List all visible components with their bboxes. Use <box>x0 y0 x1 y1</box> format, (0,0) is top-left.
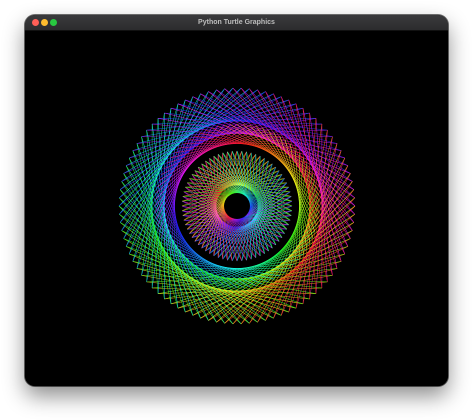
turtle-canvas[interactable] <box>25 31 448 386</box>
center-hole <box>224 193 250 219</box>
title-bar[interactable]: Python Turtle Graphics <box>25 15 448 31</box>
spirograph-drawing <box>118 87 356 325</box>
window-title: Python Turtle Graphics <box>198 19 275 26</box>
turtle-window: Python Turtle Graphics <box>25 15 448 386</box>
